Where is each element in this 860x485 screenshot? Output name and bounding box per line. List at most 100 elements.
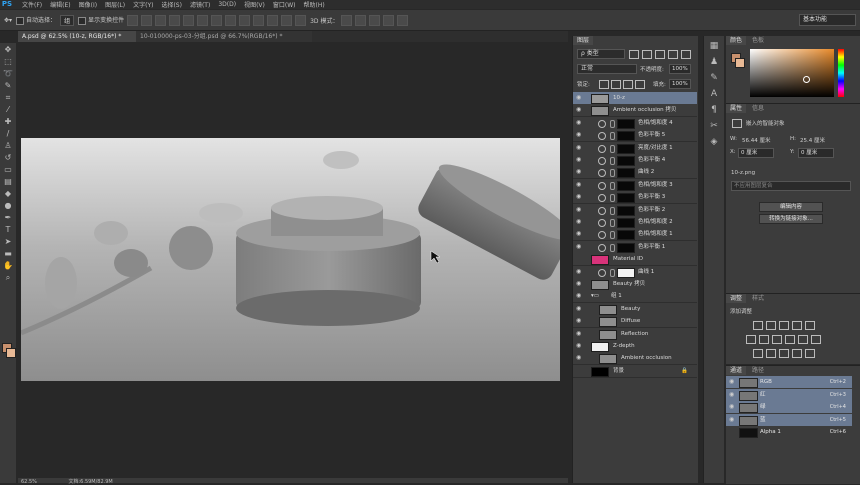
mask-link-icon[interactable] <box>610 243 615 252</box>
visibility-eye-icon[interactable]: ◉ <box>576 293 582 299</box>
filter-pixel-icon[interactable] <box>629 50 639 59</box>
layer-name[interactable]: Beauty 拷贝 <box>613 278 645 290</box>
menu-edit[interactable]: 编辑(E) <box>50 0 70 9</box>
distribute-left-icon[interactable] <box>253 14 265 26</box>
type-tool-icon[interactable]: T <box>3 225 13 235</box>
w-value[interactable]: 56.44 厘米 <box>742 136 771 144</box>
character-icon[interactable]: A <box>708 88 720 100</box>
distribute-top-icon[interactable] <box>211 14 223 26</box>
3d-scale-icon[interactable] <box>397 14 409 26</box>
layer-row[interactable]: ◉ 色彩平衡 3 <box>573 191 697 205</box>
filter-type-icon[interactable] <box>655 50 665 59</box>
layer-row[interactable]: ◉Material ID <box>573 253 697 267</box>
align-left-icon[interactable] <box>169 14 181 26</box>
layer-name[interactable]: 色相/饱和度 4 <box>638 117 673 129</box>
layer-mask-thumbnail[interactable] <box>617 131 635 142</box>
layer-name[interactable]: 色相/饱和度 3 <box>638 179 673 191</box>
visibility-eye-icon[interactable]: ◉ <box>576 194 582 200</box>
align-top-icon[interactable] <box>127 14 139 26</box>
visibility-eye-icon[interactable]: ◉ <box>576 95 582 101</box>
layer-row[interactable]: ◉ 色相/饱和度 4 <box>573 116 697 130</box>
layer-row[interactable]: ◉ 色彩平衡 4 <box>573 154 697 167</box>
layer-mask-thumbnail[interactable] <box>617 242 635 253</box>
3d-rotate-icon[interactable] <box>341 14 353 26</box>
layer-mask-thumbnail[interactable] <box>617 156 635 166</box>
layer-name[interactable]: Ambient occlusion 拷贝 <box>613 104 676 116</box>
auto-select-dropdown[interactable]: 组 <box>60 14 75 26</box>
layer-thumbnail[interactable] <box>599 354 617 365</box>
visibility-eye-icon[interactable]: ◉ <box>576 132 582 138</box>
visibility-eye-icon[interactable]: ◉ <box>576 157 582 163</box>
layer-name[interactable]: 色彩平衡 1 <box>638 241 665 253</box>
layer-row[interactable]: ◉ Beauty <box>573 302 697 316</box>
align-vcenter-icon[interactable] <box>141 14 153 26</box>
marquee-tool-icon[interactable]: ⬚ <box>3 57 13 67</box>
layer-row[interactable]: ◉背景🔒 <box>573 364 697 378</box>
history-icon[interactable]: ▦ <box>708 40 720 52</box>
menu-select[interactable]: 选择(S) <box>161 0 182 9</box>
layer-name[interactable]: Material ID <box>613 253 643 265</box>
selective-color-adjust-icon[interactable] <box>792 349 802 358</box>
layer-row[interactable]: ◉ Ambient occlusion <box>573 352 697 366</box>
menu-type[interactable]: 文字(Y) <box>133 0 153 9</box>
workspace-switcher[interactable]: 基本功能 <box>799 14 856 26</box>
visibility-eye-icon[interactable]: ◉ <box>576 107 582 113</box>
tab-properties[interactable]: 属性 <box>726 104 747 113</box>
convert-linked-button[interactable]: 转换为链接对象... <box>759 214 823 224</box>
menu-view[interactable]: 视图(V) <box>244 0 265 9</box>
layer-mask-thumbnail[interactable] <box>617 143 635 154</box>
menu-3d[interactable]: 3D(D) <box>218 1 236 8</box>
pen-tool-icon[interactable]: ✒ <box>3 213 13 223</box>
brushes-icon[interactable]: ✎ <box>708 72 720 84</box>
layer-thumbnail[interactable] <box>591 280 609 290</box>
hue-sat-adjust-icon[interactable] <box>746 335 756 344</box>
mask-link-icon[interactable] <box>610 194 615 203</box>
layer-name[interactable]: 色彩平衡 3 <box>638 191 665 203</box>
lock-all-icon[interactable] <box>635 80 645 89</box>
actions-icon[interactable]: ♟ <box>708 56 720 68</box>
exposure-adjust-icon[interactable] <box>792 321 802 330</box>
lock-pixels-icon[interactable] <box>611 80 621 89</box>
layer-mask-thumbnail[interactable] <box>617 267 635 278</box>
x-field[interactable]: 0 厘米 <box>738 148 774 158</box>
quick-select-tool-icon[interactable]: ✎ <box>3 81 13 91</box>
mask-link-icon[interactable] <box>610 144 615 153</box>
visibility-eye-icon[interactable]: ◉ <box>576 231 582 237</box>
layer-thumbnail[interactable] <box>591 255 609 266</box>
layer-name[interactable]: 背景 <box>613 365 624 377</box>
channel-mixer-adjust-icon[interactable] <box>798 335 808 344</box>
levels-adjust-icon[interactable] <box>766 321 776 330</box>
auto-select-checkbox[interactable] <box>16 16 25 25</box>
mask-link-icon[interactable] <box>610 268 615 277</box>
tab-channels[interactable]: 通道 <box>726 366 747 375</box>
color-panel-background-swatch[interactable] <box>735 58 745 68</box>
layer-name[interactable]: 亮度/对比度 1 <box>638 142 673 154</box>
gradient-map-adjust-icon[interactable] <box>805 349 815 358</box>
layer-row[interactable]: ◉ Ambient occlusion 拷贝 <box>573 104 697 118</box>
layer-row[interactable]: ◉ 10-z <box>573 92 697 105</box>
dodge-tool-icon[interactable]: ● <box>3 201 13 211</box>
distribute-right-icon[interactable] <box>281 14 293 26</box>
show-transform-checkbox[interactable] <box>78 16 87 25</box>
paragraph-icon[interactable]: ¶ <box>708 104 720 116</box>
eraser-tool-icon[interactable]: ▭ <box>3 165 13 175</box>
layer-mask-thumbnail[interactable] <box>617 230 635 241</box>
filter-shape-icon[interactable] <box>668 50 678 59</box>
hand-tool-icon[interactable]: ✋ <box>3 261 13 271</box>
layer-row[interactable]: ◉ 色彩平衡 5 <box>573 129 697 143</box>
menu-image[interactable]: 图像(I) <box>79 0 97 9</box>
layer-thumbnail[interactable] <box>591 342 609 352</box>
move-tool-icon[interactable]: ✥▾ <box>4 17 12 24</box>
layer-mask-thumbnail[interactable] <box>617 205 635 216</box>
visibility-eye-icon[interactable]: ◉ <box>729 404 735 410</box>
visibility-eye-icon[interactable]: ◉ <box>576 318 582 324</box>
mask-link-icon[interactable] <box>610 132 615 141</box>
photo-filter-adjust-icon[interactable] <box>785 335 795 344</box>
distribute-bottom-icon[interactable] <box>239 14 251 26</box>
layer-mask-thumbnail[interactable] <box>617 180 635 191</box>
layer-row[interactable]: ◉ 色彩平衡 2 <box>573 203 697 217</box>
fill-field[interactable]: 100% <box>669 79 691 89</box>
layer-name[interactable]: Reflection <box>621 328 648 340</box>
layer-mask-thumbnail[interactable] <box>617 118 635 129</box>
h-value[interactable]: 25.4 厘米 <box>800 136 825 144</box>
